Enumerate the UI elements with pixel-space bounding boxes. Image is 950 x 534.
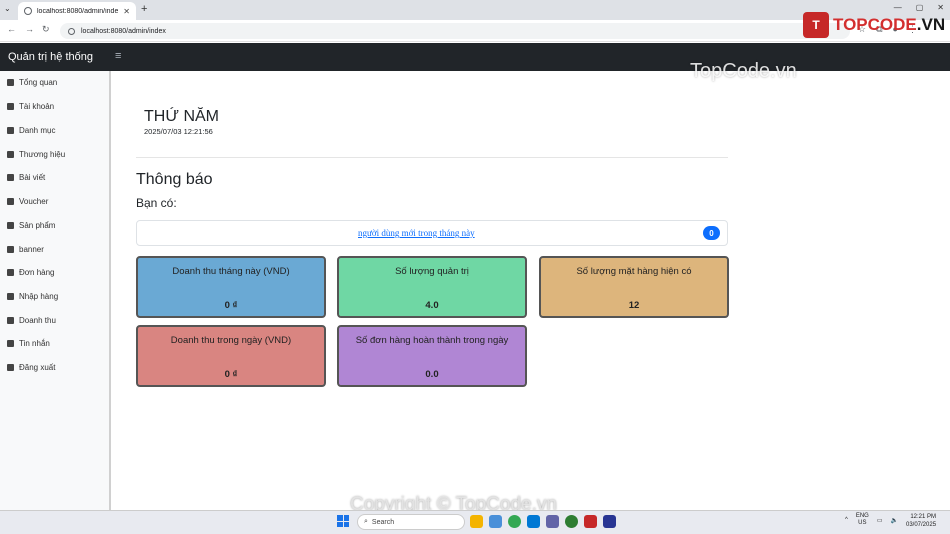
edge-icon[interactable]	[527, 515, 540, 528]
sidebar: Tổng quan Tài khoản Danh mục Thương hiệu…	[0, 71, 111, 510]
truck-icon	[7, 293, 14, 300]
card-value: 4.0	[425, 300, 439, 311]
windows-start-icon[interactable]	[337, 515, 349, 527]
divider	[136, 157, 728, 158]
card-value: 0.0	[425, 369, 439, 380]
user-icon	[7, 103, 14, 110]
sidebar-item-brands[interactable]: Thương hiệu	[7, 150, 65, 159]
admin-navbar	[0, 43, 950, 71]
sidebar-item-posts[interactable]: Bài viết	[7, 173, 45, 182]
sidebar-item-voucher[interactable]: Voucher	[7, 197, 48, 206]
globe-icon	[24, 7, 32, 15]
notifications-title: Thông báo	[136, 171, 213, 188]
sidebar-item-revenue[interactable]: Doanh thu	[7, 316, 56, 325]
navbar-brand[interactable]: Quản trị hệ thống	[8, 51, 93, 63]
chevron-up-icon[interactable]: ^	[845, 517, 848, 523]
sidebar-item-banner[interactable]: banner	[7, 245, 44, 254]
chart-icon	[7, 317, 14, 324]
window-controls: — ▢ ✕	[894, 3, 944, 12]
cart-icon	[7, 269, 14, 276]
sidebar-toggle-icon[interactable]: ≡	[115, 50, 121, 62]
card-label: Số lượng quản trị	[395, 266, 469, 277]
logo-mark-icon: T	[803, 12, 829, 38]
network-icon[interactable]: ▭	[877, 517, 883, 524]
video-app-icon[interactable]	[584, 515, 597, 528]
card-label: Doanh thu trong ngày (VND)	[170, 335, 292, 346]
card-value: 12	[628, 300, 640, 311]
sidebar-item-imports[interactable]: Nhập hàng	[7, 292, 58, 301]
shirt-icon	[7, 222, 14, 229]
card-label: Số đơn hàng hoàn thành trong ngày	[355, 335, 509, 346]
mail-icon[interactable]	[489, 515, 502, 528]
watermark-top: TopCode.vn	[690, 60, 797, 82]
current-datetime: 2025/07/03 12:21:56	[144, 127, 213, 136]
back-icon[interactable]: ←	[7, 24, 16, 34]
chrome-icon[interactable]	[508, 515, 521, 528]
card-product-count: Số lượng mặt hàng hiện có 12	[539, 256, 729, 318]
tab-title: localhost:8080/admin/index	[37, 7, 119, 15]
forward-icon[interactable]: →	[25, 24, 34, 34]
sidebar-item-orders[interactable]: Đơn hàng	[7, 268, 55, 277]
sidebar-item-accounts[interactable]: Tài khoản	[7, 102, 54, 111]
card-daily-completed-orders: Số đơn hàng hoàn thành trong ngày 0.0	[337, 325, 527, 387]
sidebar-item-products[interactable]: Sản phẩm	[7, 221, 55, 230]
new-tab-button[interactable]: +	[141, 3, 147, 15]
card-label: Số lượng mặt hàng hiện có	[576, 266, 692, 277]
newspaper-icon	[7, 174, 14, 181]
language-indicator[interactable]: ENG US	[856, 513, 869, 527]
taskbar-search[interactable]: ⌕ Search	[357, 514, 465, 530]
file-explorer-icon[interactable]	[470, 515, 483, 528]
tab-search-icon[interactable]: ⌄	[4, 4, 11, 13]
sidebar-item-overview[interactable]: Tổng quan	[7, 78, 57, 87]
logout-icon	[7, 364, 14, 371]
image-icon	[7, 246, 14, 253]
message-icon	[7, 340, 14, 347]
gauge-icon	[7, 79, 14, 86]
logo-text: TOPCODE.VN	[833, 15, 946, 34]
card-monthly-revenue: Doanh thu tháng này (VND) 0 ₫	[136, 256, 326, 318]
card-admin-count: Số lượng quản trị 4.0	[337, 256, 527, 318]
sidebar-item-logout[interactable]: Đăng xuất	[7, 363, 55, 372]
teams-icon[interactable]	[546, 515, 559, 528]
address-url: localhost:8080/admin/index	[81, 27, 166, 35]
card-value: 0 ₫	[224, 369, 238, 380]
you-have-label: Bạn có:	[136, 196, 177, 210]
sidebar-item-categories[interactable]: Danh mục	[7, 126, 55, 135]
weekday-heading: THỨ NĂM	[144, 108, 219, 125]
minimize-icon[interactable]: —	[894, 3, 902, 12]
reload-icon[interactable]: ↻	[42, 24, 50, 35]
taskbar-apps	[470, 515, 616, 528]
site-info-icon[interactable]	[68, 27, 75, 35]
taskbar-clock[interactable]: 12:21 PM 03/07/2025	[906, 513, 936, 529]
card-label: Doanh thu tháng này (VND)	[172, 266, 290, 277]
address-bar[interactable]: localhost:8080/admin/index	[60, 23, 850, 39]
close-window-icon[interactable]: ✕	[937, 3, 944, 12]
volume-icon[interactable]: 🔈	[891, 517, 898, 524]
system-tray: ^ ENG US ▭ 🔈	[845, 513, 898, 527]
close-tab-icon[interactable]: ✕	[123, 7, 130, 16]
table-icon	[7, 127, 14, 134]
browser-tab[interactable]: localhost:8080/admin/index ✕	[18, 2, 136, 20]
card-daily-revenue: Doanh thu trong ngày (VND) 0 ₫	[136, 325, 326, 387]
maximize-icon[interactable]: ▢	[916, 3, 924, 12]
ide-icon[interactable]	[603, 515, 616, 528]
new-users-link[interactable]: người dùng mới trong tháng này	[358, 228, 475, 238]
app-icon[interactable]	[565, 515, 578, 528]
search-icon: ⌕	[364, 518, 368, 525]
table-icon	[7, 151, 14, 158]
new-users-count-badge: 0	[703, 226, 720, 240]
sidebar-item-messages[interactable]: Tin nhắn	[7, 339, 50, 348]
topcode-logo: T TOPCODE.VN	[803, 12, 945, 38]
ticket-icon	[7, 198, 14, 205]
card-value: 0 ₫	[224, 300, 238, 311]
